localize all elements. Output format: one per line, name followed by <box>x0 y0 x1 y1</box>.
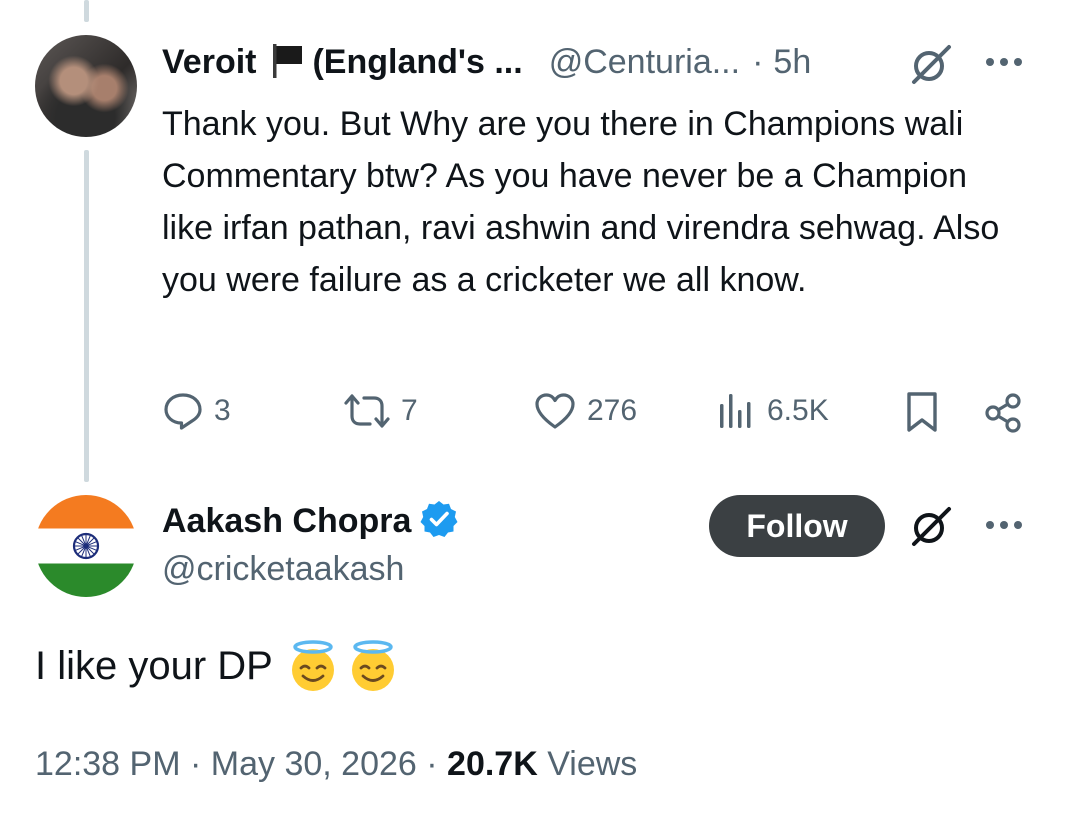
reply-timestamp[interactable]: 5h <box>773 43 811 82</box>
reply-header: Veroit (England's ... @Centuria... · 5h <box>162 38 811 86</box>
tweet-views-label: Views <box>547 745 638 783</box>
main-handle[interactable]: @cricketaakash <box>162 550 404 589</box>
reply-display-name-suffix[interactable]: (England's ... <box>312 43 522 82</box>
repost-count: 7 <box>401 394 418 427</box>
reply-display-name[interactable]: Veroit <box>162 43 256 82</box>
reply-text: Thank you. But Why are you there in Cham… <box>162 105 1000 299</box>
meta-separator-2: · <box>426 745 438 783</box>
main-name-row: Aakash Chopra <box>162 498 459 544</box>
main-tweet-text: I like your DP <box>35 638 401 694</box>
follow-button[interactable]: Follow <box>709 495 885 557</box>
analytics-icon <box>720 394 751 428</box>
like-count: 276 <box>587 394 638 427</box>
reply-handle[interactable]: @Centuria... <box>549 43 740 82</box>
share-icon[interactable] <box>983 392 1025 439</box>
tweet-date[interactable]: May 30, 2026 <box>211 745 417 783</box>
separator-dot: · <box>752 42 764 81</box>
heart-icon <box>535 393 575 429</box>
comment-icon <box>164 393 202 430</box>
bookmark-icon[interactable] <box>904 390 940 439</box>
repost-icon <box>344 394 390 428</box>
main-display-name[interactable]: Aakash Chopra <box>162 502 411 541</box>
avatar-reply-user[interactable] <box>35 35 137 137</box>
verified-badge-icon <box>419 499 459 544</box>
thread-line-bottom <box>84 150 89 482</box>
main-text-content: I like your DP <box>35 643 273 688</box>
grok-icon[interactable] <box>907 40 955 93</box>
ashoka-chakra-icon <box>72 532 100 560</box>
avatar-main-user[interactable] <box>35 495 137 597</box>
tweet-views-count: 20.7K <box>447 745 538 783</box>
grok-icon-main[interactable] <box>907 502 955 555</box>
views-action[interactable]: 6.5K <box>717 390 829 432</box>
views-count: 6.5K <box>767 394 829 427</box>
reply-count: 3 <box>214 394 231 427</box>
like-action[interactable]: 276 <box>533 390 637 432</box>
repost-action[interactable]: 7 <box>343 390 418 432</box>
more-options-icon-main[interactable] <box>983 515 1025 540</box>
tweet-time[interactable]: 12:38 PM <box>35 745 181 783</box>
smiling-face-with-halo-icon <box>291 640 334 691</box>
meta-separator-1: · <box>189 745 202 783</box>
reply-action[interactable]: 3 <box>162 390 231 432</box>
more-options-icon[interactable] <box>983 52 1025 77</box>
smiling-face-with-halo-icon <box>351 640 394 691</box>
thread-line-top <box>84 0 89 22</box>
black-flag-icon <box>268 40 308 85</box>
tweet-meta: 12:38 PM · May 30, 2026 · 20.7K Views <box>35 745 637 784</box>
